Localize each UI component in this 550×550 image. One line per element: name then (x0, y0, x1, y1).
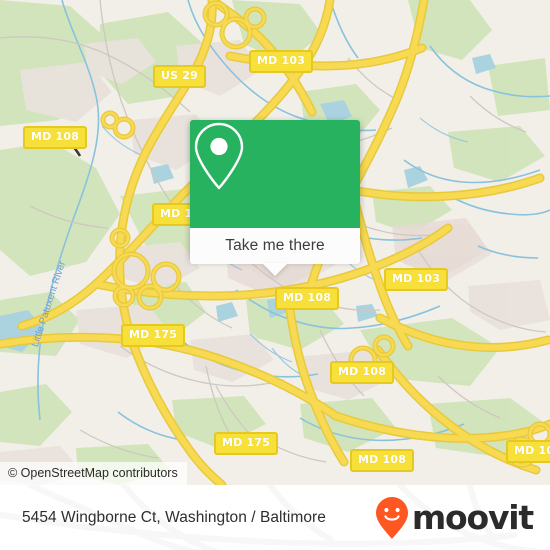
moovit-brand[interactable]: moovit (375, 485, 534, 550)
popup-marker-panel (190, 120, 360, 228)
map-canvas[interactable]: Little Patuxent River MD 103 US 29 MD 10… (0, 0, 550, 485)
road-shield-us-29[interactable]: US 29 (153, 65, 206, 88)
moovit-smiley-pin-icon (375, 496, 408, 539)
popup-action-bar[interactable]: Take me there (190, 228, 360, 264)
card-footer: 5454 Wingborne Ct, Washington / Baltimor… (0, 485, 550, 550)
moovit-wordmark: moovit (411, 498, 534, 537)
popup-action-label: Take me there (225, 237, 325, 254)
road-shield-md-108-west[interactable]: MD 108 (23, 126, 88, 149)
road-shield-md-175-west[interactable]: MD 175 (121, 324, 186, 347)
road-shield-md-175-south[interactable]: MD 175 (214, 432, 279, 455)
take-me-there-popup[interactable]: Take me there (190, 120, 360, 276)
road-shield-md-103-north[interactable]: MD 103 (249, 50, 314, 73)
road-shield-md-108-mid[interactable]: MD 108 (275, 287, 340, 310)
map-pin-icon (194, 122, 244, 190)
moovit-map-card: Little Patuxent River MD 103 US 29 MD 10… (0, 0, 550, 550)
popup-pointer-tail (262, 263, 288, 276)
location-title: 5454 Wingborne Ct, Washington / Baltimor… (22, 508, 326, 526)
road-shield-md-103-east[interactable]: MD 103 (384, 268, 449, 291)
road-shield-md-100[interactable]: MD 100 (506, 440, 550, 463)
road-shield-md-108-bottom[interactable]: MD 108 (350, 449, 415, 472)
map-attribution[interactable]: © OpenStreetMap contributors (0, 462, 187, 485)
road-shield-md-108-south[interactable]: MD 108 (330, 361, 395, 384)
